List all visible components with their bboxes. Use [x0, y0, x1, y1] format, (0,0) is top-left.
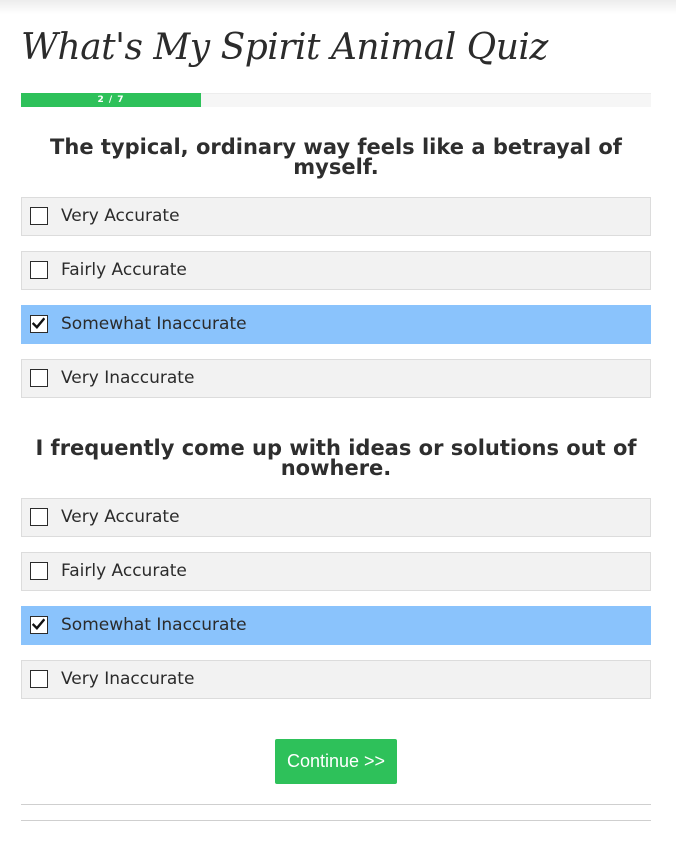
q2-option-very-accurate[interactable]: Very Accurate	[21, 498, 651, 537]
option-label: Somewhat Inaccurate	[61, 615, 247, 635]
option-label: Fairly Accurate	[61, 561, 187, 581]
q2-option-very-inaccurate[interactable]: Very Inaccurate	[21, 660, 651, 699]
checkbox-checked-icon[interactable]	[30, 315, 48, 333]
question-2-text: I frequently come up with ideas or solut…	[35, 436, 637, 480]
checkbox-empty-icon[interactable]	[30, 562, 48, 580]
checkbox-empty-icon[interactable]	[30, 508, 48, 526]
progress-fill: 2 / 7	[21, 93, 201, 107]
checkbox-empty-icon[interactable]	[30, 261, 48, 279]
q1-option-very-accurate[interactable]: Very Accurate	[21, 197, 651, 236]
q2-option-fairly-accurate[interactable]: Fairly Accurate	[21, 552, 651, 591]
q1-option-somewhat-inaccurate[interactable]: Somewhat Inaccurate	[21, 305, 651, 344]
question-1: The typical, ordinary way feels like a b…	[21, 135, 651, 179]
checkbox-empty-icon[interactable]	[30, 207, 48, 225]
option-label: Very Accurate	[61, 507, 180, 527]
divider	[21, 804, 651, 805]
checkbox-empty-icon[interactable]	[30, 670, 48, 688]
question-2: I frequently come up with ideas or solut…	[21, 436, 651, 480]
option-label: Somewhat Inaccurate	[61, 314, 247, 334]
option-label: Very Inaccurate	[61, 368, 195, 388]
option-label: Fairly Accurate	[61, 260, 187, 280]
q1-option-very-inaccurate[interactable]: Very Inaccurate	[21, 359, 651, 398]
q1-option-fairly-accurate[interactable]: Fairly Accurate	[21, 251, 651, 290]
checkbox-checked-icon[interactable]	[30, 616, 48, 634]
option-label: Very Accurate	[61, 206, 180, 226]
checkbox-empty-icon[interactable]	[30, 369, 48, 387]
q2-option-somewhat-inaccurate[interactable]: Somewhat Inaccurate	[21, 606, 651, 645]
header-shadow	[0, 0, 676, 14]
divider	[21, 820, 651, 821]
question-1-text: The typical, ordinary way feels like a b…	[50, 135, 622, 179]
option-label: Very Inaccurate	[61, 669, 195, 689]
quiz-title: What's My Spirit Animal Quiz	[21, 27, 548, 68]
continue-button[interactable]: Continue >>	[275, 739, 397, 784]
progress-bar: 2 / 7	[21, 93, 651, 107]
